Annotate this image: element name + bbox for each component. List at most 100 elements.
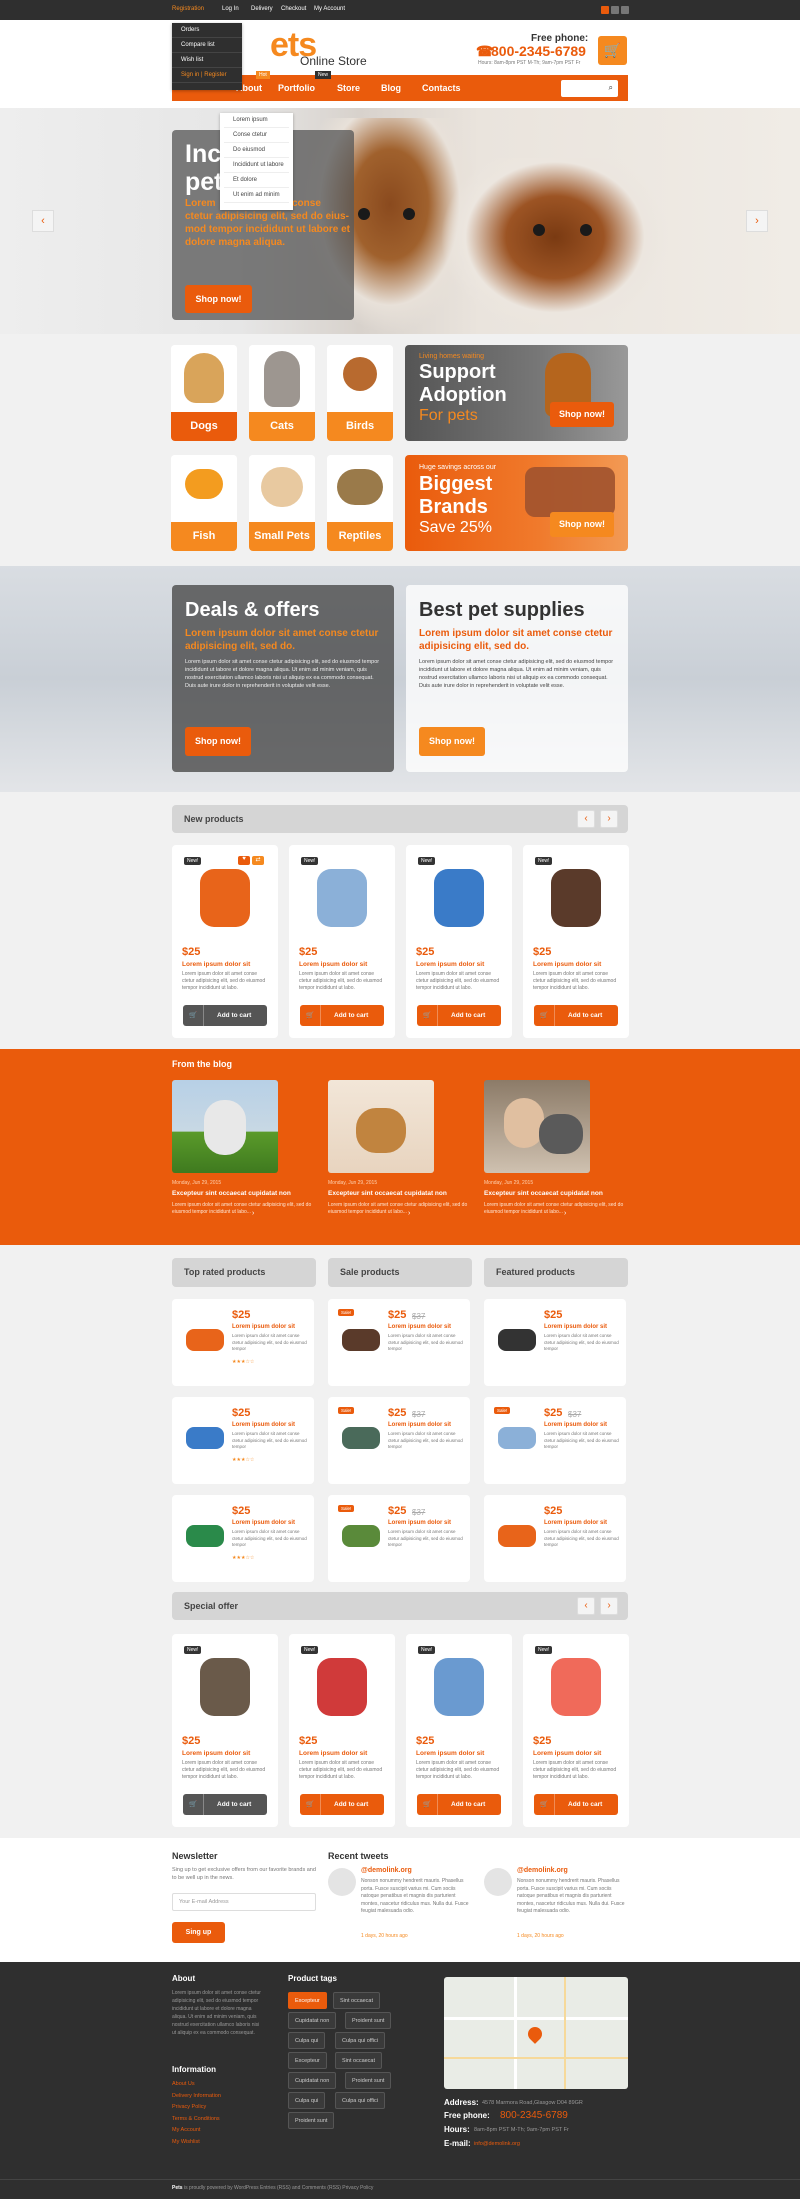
product-title[interactable]: Lorem ipsum dolor sit (388, 1422, 451, 1428)
post-title[interactable]: Excepteur sint occaecat cupidatat non (172, 1190, 291, 1197)
footer-link[interactable]: Delivery Information (172, 2093, 221, 2099)
brands-shop-button[interactable]: Shop now! (550, 512, 614, 537)
husky-puppy-image[interactable] (172, 1080, 278, 1173)
tweet-handle[interactable]: @demolink.org (517, 1867, 568, 1874)
add-to-cart-button[interactable]: 🛒 Add to cart (534, 1005, 618, 1026)
menu-item[interactable]: Et dolore (224, 173, 289, 188)
footer-link[interactable]: Terms & Conditions (172, 2116, 220, 2122)
hero-shop-button[interactable]: Shop now! (185, 285, 252, 313)
product-title[interactable]: Lorem ipsum dolor sit (232, 1324, 295, 1330)
read-more-arrow-icon[interactable]: › (564, 1210, 566, 1217)
facebook-icon[interactable] (601, 6, 609, 14)
product-tag[interactable]: Proident sunt (288, 2112, 335, 2129)
product-card[interactable]: New! $25 Lorem ipsum dolor sit Lorem ipsum … (289, 1634, 395, 1827)
category-fish[interactable]: Fish (171, 455, 237, 551)
product-card[interactable]: New! $25 Lorem ipsum dolor sit Lorem ipsum … (406, 845, 512, 1038)
product-tag[interactable]: Culpa qui offici (335, 2032, 385, 2049)
footer-link[interactable]: About Us (172, 2081, 195, 2087)
dog-vest-image[interactable] (180, 1509, 230, 1565)
product-title[interactable]: Lorem ipsum dolor sit (533, 961, 601, 968)
nav-portfolio[interactable]: Portfolio (278, 75, 315, 101)
collar-image[interactable] (492, 1313, 542, 1369)
leash-image[interactable] (180, 1313, 230, 1369)
menu-item[interactable]: Conse ctetur (224, 128, 289, 143)
add-to-cart-button[interactable]: 🛒 Add to cart (534, 1794, 618, 1815)
product-title[interactable]: Lorem ipsum dolor sit (232, 1422, 295, 1428)
add-to-cart-button[interactable]: 🛒 Add to cart (183, 1794, 267, 1815)
menu-item[interactable]: Orders (172, 23, 242, 38)
slider-next-arrow[interactable]: › (746, 210, 768, 232)
product-card[interactable]: Sale! $25 $37 Lorem ipsum dolor sit Lorem ip… (328, 1495, 470, 1582)
add-to-cart-button[interactable]: 🛒 Add to cart (417, 1005, 501, 1026)
product-card[interactable]: New! $25 Lorem ipsum dolor sit Lorem ipsum … (406, 1634, 512, 1827)
product-card[interactable]: $25 Lorem ipsum dolor sit Lorem ipsum dolo… (484, 1299, 626, 1386)
twitter-icon[interactable] (611, 6, 619, 14)
nav-blog[interactable]: Blog (381, 75, 401, 101)
leash-image[interactable] (336, 1411, 386, 1467)
add-to-cart-button[interactable]: 🛒 Add to cart (300, 1005, 384, 1026)
account-link[interactable]: My Account (314, 6, 345, 12)
sign-in-link[interactable]: Sign in | Register (172, 68, 242, 83)
checkout-link[interactable]: Checkout (281, 6, 306, 12)
striped-sweater-image[interactable] (299, 1644, 385, 1730)
footer-link[interactable]: My Account (172, 2127, 200, 2133)
product-tag[interactable]: Cupidatat non (288, 2012, 337, 2029)
product-card[interactable]: Sale! $25 $37 Lorem ipsum dolor sit Lorem ip… (328, 1397, 470, 1484)
product-title[interactable]: Lorem ipsum dolor sit (388, 1324, 451, 1330)
map-image[interactable] (444, 1977, 628, 2089)
product-card[interactable]: Sale! $25 $37 Lorem ipsum dolor sit Lorem ip… (328, 1299, 470, 1386)
product-card[interactable]: $25 Lorem ipsum dolor sit Lorem ipsum dolo… (172, 1299, 314, 1386)
product-title[interactable]: Lorem ipsum dolor sit (299, 1750, 367, 1757)
product-title[interactable]: Lorem ipsum dolor sit (544, 1324, 607, 1330)
menu-item[interactable]: Incididunt ut labore (224, 158, 289, 173)
menu-item[interactable]: Lorem ipsum (224, 113, 289, 128)
product-tag[interactable]: Cupidatat non (288, 2072, 337, 2089)
footer-link[interactable]: My Wishlist (172, 2139, 200, 2145)
carousel-prev-button[interactable]: ‹ (577, 810, 595, 828)
footer-email-link[interactable]: info@demolink.org (474, 2141, 520, 2147)
dog-coat-image[interactable] (533, 855, 619, 941)
product-tag[interactable]: Proident sunt (345, 2012, 392, 2029)
product-tag[interactable]: Culpa qui (288, 2032, 326, 2049)
product-title[interactable]: Lorem ipsum dolor sit (416, 961, 484, 968)
menu-item[interactable]: Compare list (172, 38, 242, 53)
product-tag[interactable]: Proident sunt (345, 2072, 392, 2089)
diaper-pack-image[interactable] (416, 855, 502, 941)
carousel-prev-button[interactable]: ‹ (577, 1597, 595, 1615)
menu-item[interactable]: Wish list (172, 53, 242, 68)
dog-shirt-image[interactable] (492, 1411, 542, 1467)
collar-image[interactable] (336, 1509, 386, 1565)
menu-item[interactable]: Do eiusmod (224, 143, 289, 158)
product-title[interactable]: Lorem ipsum dolor sit (182, 961, 250, 968)
delivery-link[interactable]: Delivery (251, 6, 273, 12)
product-title[interactable]: Lorem ipsum dolor sit (544, 1422, 607, 1428)
read-more-arrow-icon[interactable]: › (408, 1210, 410, 1217)
add-to-cart-button[interactable]: 🛒 Add to cart (300, 1794, 384, 1815)
slider-prev-arrow[interactable]: ‹ (32, 210, 54, 232)
adoption-shop-button[interactable]: Shop now! (550, 402, 614, 427)
diaper-pack-image[interactable] (180, 1411, 230, 1467)
puppies-image[interactable] (328, 1080, 434, 1173)
product-title[interactable]: Lorem ipsum dolor sit (544, 1520, 607, 1526)
category-birds[interactable]: Birds (327, 345, 393, 441)
carousel-next-button[interactable]: › (600, 1597, 618, 1615)
product-card[interactable]: $25 Lorem ipsum dolor sit Lorem ipsum dolo… (172, 1495, 314, 1582)
litter-box-image[interactable] (416, 1644, 502, 1730)
product-tag[interactable]: Sint occaecat (335, 2052, 383, 2069)
product-title[interactable]: Lorem ipsum dolor sit (299, 961, 367, 968)
category-dogs[interactable]: Dogs (171, 345, 237, 441)
footer-link[interactable]: Privacy Policy (172, 2104, 206, 2110)
product-tag[interactable]: Excepteur (288, 1992, 327, 2009)
category-small-pets[interactable]: Small Pets (249, 455, 315, 551)
read-more-arrow-icon[interactable]: › (252, 1210, 254, 1217)
search-input[interactable]: ⌕ (561, 80, 618, 97)
registration-link[interactable]: Registration (172, 6, 204, 12)
tweet-handle[interactable]: @demolink.org (361, 1867, 412, 1874)
product-card[interactable]: New! $25 Lorem ipsum dolor sit Lorem ipsum … (172, 1634, 278, 1827)
product-title[interactable]: Lorem ipsum dolor sit (182, 1750, 250, 1757)
menu-item[interactable]: Ut enim ad minim (224, 188, 289, 203)
product-tag[interactable]: Sint occaecat (333, 1992, 381, 2009)
harness-image[interactable] (182, 855, 268, 941)
product-card[interactable]: New! $25 Lorem ipsum dolor sit Lorem ipsum … (523, 1634, 629, 1827)
supplies-shop-button[interactable]: Shop now! (419, 727, 485, 756)
